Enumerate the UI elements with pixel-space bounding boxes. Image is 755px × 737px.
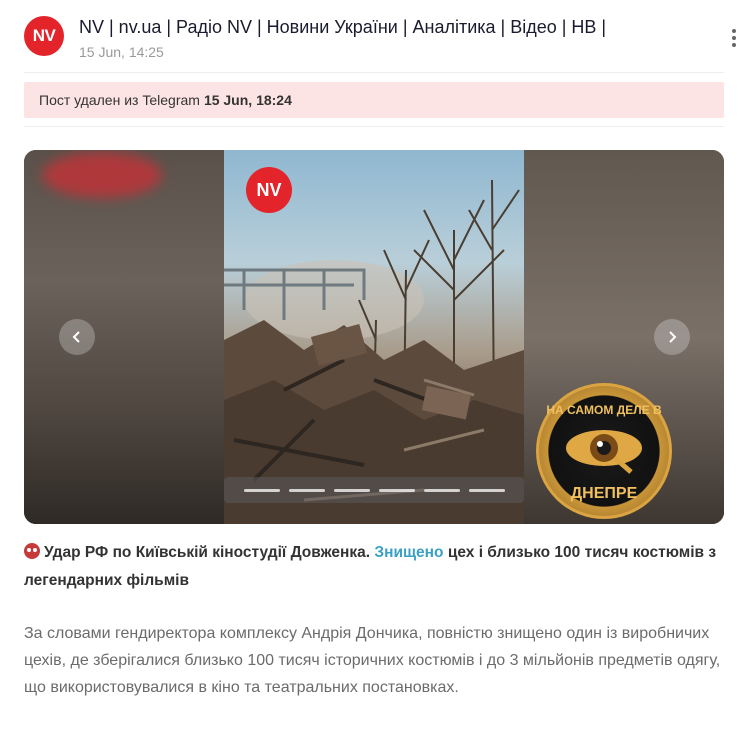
gallery-image[interactable]: NV <box>224 150 524 524</box>
headline-prefix: Удар РФ по Київській кіностудії Довженка… <box>44 544 371 561</box>
deleted-banner-text: Пост удален из Telegram <box>39 92 200 108</box>
chevron-right-icon[interactable] <box>654 319 690 355</box>
nv-logo: NV <box>246 167 292 213</box>
angry-face-icon <box>24 543 40 559</box>
media-gallery[interactable]: NV НА САМОМ ДЕЛЕ В ДНЕПРЕ <box>24 150 724 524</box>
divider <box>24 126 724 127</box>
progress-segment[interactable] <box>468 488 505 492</box>
deleted-time: 15 Jun, 18:24 <box>203 92 292 108</box>
chevron-left-icon[interactable] <box>59 319 95 355</box>
blurred-logo <box>42 152 162 198</box>
svg-text:ДНЕПРЕ: ДНЕПРЕ <box>571 485 638 502</box>
progress-segment[interactable] <box>333 488 370 492</box>
progress-segment[interactable] <box>243 488 280 492</box>
headline-link[interactable]: Знищено <box>374 544 443 561</box>
progress-segment[interactable] <box>423 488 460 492</box>
watermark-logo: НА САМОМ ДЕЛЕ В ДНЕПРЕ <box>536 383 672 519</box>
progress-segment[interactable] <box>378 488 415 492</box>
channel-avatar[interactable]: NV <box>24 16 64 56</box>
more-vertical-icon[interactable] <box>724 24 744 52</box>
progress-segment[interactable] <box>288 488 325 492</box>
channel-title[interactable]: NV | nv.ua | Радіо NV | Новини України |… <box>79 17 606 38</box>
post-header: NV NV | nv.ua | Радіо NV | Новини Україн… <box>24 14 744 64</box>
deleted-banner: Пост удален из Telegram 15 Jun, 18:24 <box>24 82 724 118</box>
post-body: За словами гендиректора комплексу Андрія… <box>24 625 721 696</box>
slide-progress <box>224 477 524 503</box>
divider <box>24 72 724 73</box>
post-headline: Удар РФ по Київській кіностудії Довженка… <box>24 539 729 595</box>
post-date: 15 Jun, 14:25 <box>79 44 164 60</box>
svg-text:НА САМОМ ДЕЛЕ В: НА САМОМ ДЕЛЕ В <box>546 403 662 417</box>
telegram-post: NV NV | nv.ua | Радіо NV | Новини Україн… <box>0 0 755 737</box>
